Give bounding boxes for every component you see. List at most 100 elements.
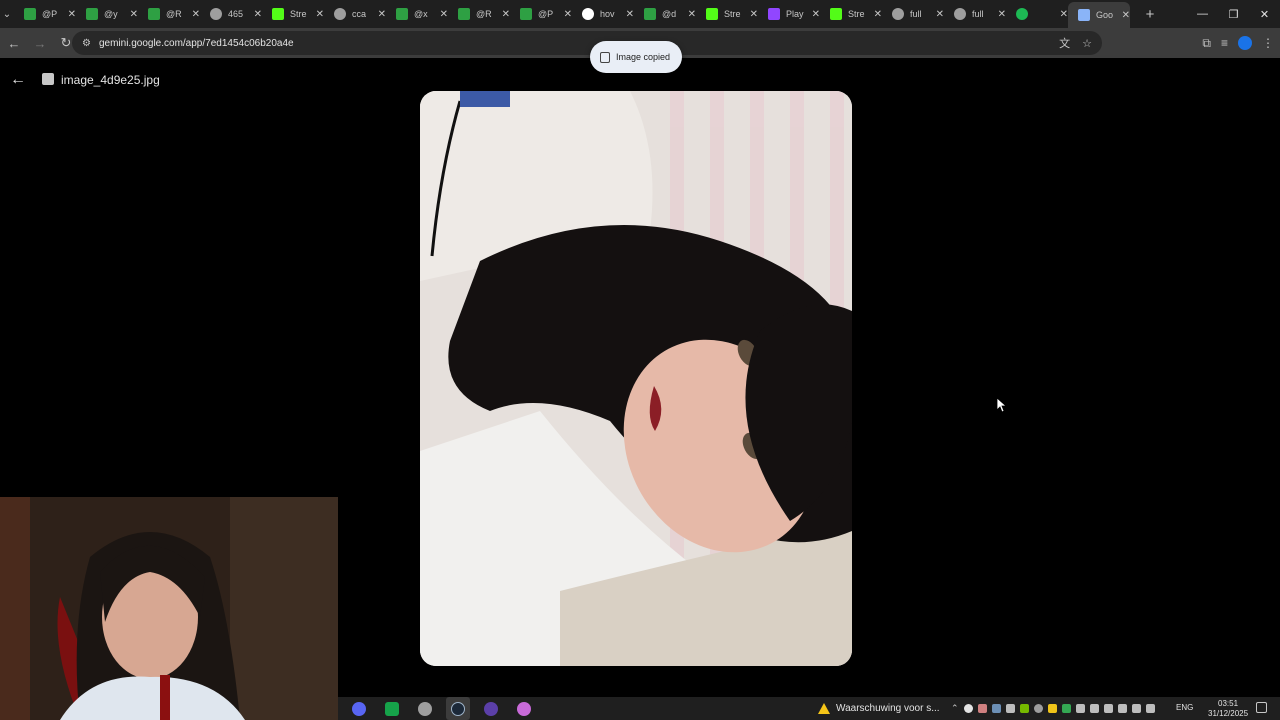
browser-tab[interactable]: Stre ✕ — [820, 0, 882, 28]
taskbar-app-media-player-icon[interactable] — [479, 697, 503, 720]
media-control-icon[interactable]: ≡ — [1221, 36, 1228, 50]
browser-tab[interactable]: Stre ✕ — [262, 0, 324, 28]
tray-app-icon[interactable] — [1061, 704, 1071, 713]
address-bar[interactable]: ⚙ gemini.google.com/app/7ed1454c06b20a4e… — [72, 31, 1102, 55]
tab-title: Stre — [290, 9, 307, 19]
image-file-icon — [42, 73, 54, 85]
minimize-icon[interactable]: — — [1187, 0, 1218, 28]
tab-title: full — [972, 9, 984, 19]
security-warning-notification[interactable]: Waarschuwing voor s... — [818, 697, 940, 720]
taskbar-app-snipping-icon[interactable] — [512, 697, 536, 720]
taskbar-app-android-icon[interactable] — [380, 697, 404, 720]
tab-close-icon[interactable]: ✕ — [378, 9, 386, 20]
tab-title: @y — [104, 9, 118, 19]
tray-network-icon[interactable] — [1117, 704, 1127, 713]
new-tab-plus-icon[interactable]: + — [1138, 0, 1162, 28]
tray-nvidia-icon[interactable] — [1019, 704, 1029, 713]
globe-icon — [334, 8, 346, 20]
tab-close-icon[interactable]: ✕ — [68, 9, 76, 20]
browser-tab[interactable]: full ✕ — [944, 0, 1006, 28]
mouse-cursor-icon — [997, 398, 1007, 413]
tray-app-icon[interactable] — [963, 704, 973, 713]
browser-tab[interactable]: @P ✕ — [510, 0, 572, 28]
tab-close-icon[interactable]: ✕ — [254, 9, 262, 20]
toast-text: Image copied — [616, 52, 671, 62]
tab-title: full — [910, 9, 922, 19]
browser-tab[interactable]: Play ✕ — [758, 0, 820, 28]
tab-close-icon[interactable]: ✕ — [564, 9, 572, 20]
tab-close-icon[interactable]: ✕ — [1122, 10, 1130, 21]
browser-tab[interactable]: @R ✕ — [138, 0, 200, 28]
globe-icon — [892, 8, 904, 20]
close-viewer-back-icon[interactable]: ← — [10, 71, 26, 89]
green-square-icon — [24, 8, 36, 20]
back-arrow-icon[interactable]: ← — [2, 31, 26, 55]
forward-arrow-icon[interactable]: → — [28, 31, 52, 55]
tray-app-icon[interactable] — [1047, 704, 1057, 713]
tray-app-icon[interactable] — [1033, 704, 1043, 713]
tray-battery-icon[interactable] — [1145, 704, 1155, 713]
kick-icon — [706, 8, 718, 20]
close-window-icon[interactable]: ✕ — [1249, 0, 1280, 28]
tab-close-icon[interactable]: ✕ — [750, 9, 758, 20]
tab-title: Stre — [848, 9, 865, 19]
tab-close-icon[interactable]: ✕ — [130, 9, 138, 20]
browser-tab[interactable]: @y ✕ — [76, 0, 138, 28]
bookmark-star-icon[interactable]: ☆ — [1082, 37, 1092, 50]
tray-volume-icon[interactable] — [1131, 704, 1141, 713]
taskbar-settings-gear-icon[interactable] — [413, 697, 437, 720]
tab-search-chevron-icon[interactable]: ⌄ — [0, 0, 14, 28]
profile-avatar[interactable] — [1238, 36, 1252, 50]
browser-tab[interactable]: @x ✕ — [386, 0, 448, 28]
browser-tab[interactable]: @P ✕ — [14, 0, 76, 28]
notification-center-icon[interactable] — [1256, 702, 1267, 713]
clock-date: 31/12/2025 — [1208, 709, 1249, 718]
browser-tab[interactable]: @R ✕ — [448, 0, 510, 28]
restore-icon[interactable]: ❐ — [1218, 0, 1249, 28]
tray-app-icon[interactable] — [977, 704, 987, 713]
browser-tab[interactable]: @d ✕ — [634, 0, 696, 28]
taskbar-app-discord-icon[interactable] — [347, 697, 371, 720]
browser-tab[interactable]: ✕ — [1006, 0, 1068, 28]
tab-close-icon[interactable]: ✕ — [440, 9, 448, 20]
tray-app-icon[interactable] — [1103, 704, 1113, 713]
menu-kebab-icon[interactable]: ⋮ — [1262, 36, 1274, 50]
browser-tab[interactable]: cca ✕ — [324, 0, 386, 28]
tab-close-icon[interactable]: ✕ — [1060, 9, 1068, 20]
tab-title: @R — [166, 9, 182, 19]
tab-close-icon[interactable]: ✕ — [688, 9, 696, 20]
tab-close-icon[interactable]: ✕ — [626, 9, 634, 20]
tab-close-icon[interactable]: ✕ — [502, 9, 510, 20]
tab-close-icon[interactable]: ✕ — [874, 9, 882, 20]
translate-icon[interactable]: 文 — [1059, 35, 1070, 51]
tray-chevron-up-icon[interactable]: ⌃ — [951, 703, 959, 714]
globe-icon — [954, 8, 966, 20]
tab-close-icon[interactable]: ✕ — [192, 9, 200, 20]
tab-close-icon[interactable]: ✕ — [998, 9, 1006, 20]
browser-tab[interactable]: 465 ✕ — [200, 0, 262, 28]
tab-close-icon[interactable]: ✕ — [316, 9, 324, 20]
browser-tab[interactable]: hov ✕ — [572, 0, 634, 28]
green-square-icon — [644, 8, 656, 20]
clock[interactable]: 03:51 31/12/2025 — [1208, 699, 1248, 719]
tab-close-icon[interactable]: ✕ — [812, 9, 820, 20]
tab-title: 465 — [228, 9, 244, 19]
green-square-icon — [86, 8, 98, 20]
tab-title: Play — [786, 9, 804, 19]
browser-tab[interactable]: full ✕ — [882, 0, 944, 28]
tray-steam-icon[interactable] — [991, 704, 1001, 713]
tray-app-icon[interactable] — [1075, 704, 1085, 713]
photo-preview — [420, 91, 852, 666]
tab-close-icon[interactable]: ✕ — [936, 9, 944, 20]
browser-tab[interactable]: Goo ✕ — [1068, 2, 1130, 28]
tab-title: @P — [538, 9, 554, 19]
browser-tab[interactable]: Stre ✕ — [696, 0, 758, 28]
site-info-icon[interactable]: ⚙ — [82, 38, 91, 49]
tray-app-icon[interactable] — [1005, 704, 1015, 713]
taskbar-app-steam-icon[interactable] — [446, 697, 470, 720]
s-icon — [768, 8, 780, 20]
tray-microphone-icon[interactable] — [1089, 704, 1099, 713]
language-indicator[interactable]: ENG — [1176, 703, 1193, 712]
tab-title: Goo — [1096, 10, 1114, 20]
extensions-icon[interactable]: ⧉ — [1202, 36, 1211, 51]
